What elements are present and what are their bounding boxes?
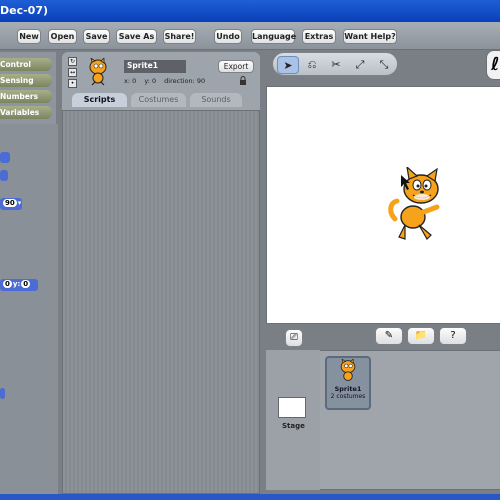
export-button[interactable]: Export [218, 60, 254, 73]
new-button[interactable]: New [17, 29, 41, 44]
arrow-tool-icon[interactable]: ➤ [277, 56, 299, 74]
category-control[interactable]: Control [0, 58, 52, 71]
category-panel: Control Sensing Numbers Variables [0, 52, 56, 124]
duplicate-stamp-icon[interactable]: ⎌ [301, 56, 323, 74]
shrink-icon[interactable]: ⤡ [373, 56, 395, 74]
sprite-card-name: Sprite1 [334, 385, 362, 393]
goto-y-label: y: [12, 280, 21, 288]
sprite-thumbnail [89, 58, 107, 86]
stage-thumbnail[interactable] [278, 397, 306, 418]
dropdown-arrow-icon: ▾ [17, 199, 22, 207]
extras-button[interactable]: Extras [302, 29, 336, 44]
sprite-card-thumbnail [340, 359, 356, 381]
stage-label: Stage [282, 422, 305, 430]
tab-sounds[interactable]: Sounds [190, 93, 242, 107]
sprite-coordinates: x: 0 y: 0 direction: 90 [124, 77, 211, 85]
category-sensing-label: Sensing [0, 76, 34, 85]
open-button[interactable]: Open [48, 29, 77, 44]
stage-selector-area [266, 350, 320, 490]
share-button[interactable]: Share! [163, 29, 196, 44]
stage-size-icon[interactable]: ⎚ [285, 329, 303, 347]
window-title-bar: Dec-07) [0, 0, 500, 22]
category-sensing[interactable]: Sensing [0, 74, 52, 87]
goto-x-value[interactable]: 0 [3, 280, 12, 288]
choose-sprite-from-file-icon[interactable]: 📁 [407, 327, 435, 345]
rotate-all-around-icon[interactable]: ↻ [68, 57, 77, 66]
edit-toolbar: ➤ ⎌ ✂ ⤢ ⤡ [272, 52, 398, 76]
taskbar [0, 494, 500, 500]
category-variables-label: Variables [0, 108, 40, 117]
sprite-direction: direction: 90 [164, 77, 206, 85]
tab-scripts[interactable]: Scripts [72, 93, 127, 107]
sprite-x: x: 0 [124, 77, 137, 85]
cat-sprite[interactable] [387, 167, 447, 243]
save-as-button[interactable]: Save As [116, 29, 157, 44]
language-button[interactable]: Language [251, 29, 296, 44]
lock-icon[interactable] [239, 76, 247, 86]
category-numbers[interactable]: Numbers [0, 90, 52, 103]
paint-new-sprite-icon[interactable]: ✎ [375, 327, 403, 345]
window-title: Dec-07) [0, 4, 49, 17]
palette-block-direction[interactable]: 90 ▾ [0, 198, 22, 210]
tab-costumes[interactable]: Costumes [131, 93, 186, 107]
no-rotate-icon[interactable]: • [68, 79, 77, 88]
sprite-y: y: 0 [144, 77, 157, 85]
sprite-name-field[interactable]: Sprite1 [124, 60, 186, 73]
palette-block-goto[interactable]: 0 y: 0 [0, 279, 38, 291]
flip-left-right-icon[interactable]: ↔ [68, 68, 77, 77]
palette-block[interactable] [0, 388, 5, 399]
grow-icon[interactable]: ⤢ [349, 56, 371, 74]
help-button[interactable]: Want Help? [343, 29, 397, 44]
sprite-card-costumes: 2 costumes [330, 393, 366, 400]
menu-bar: New Open Save Save As Share! Undo Langua… [0, 22, 500, 50]
block-palette: 90 ▾ 0 y: 0 [0, 124, 58, 494]
palette-block[interactable] [0, 170, 8, 181]
presentation-mode-icon[interactable]: ℓ [486, 50, 500, 80]
surprise-sprite-icon[interactable]: ? [439, 327, 467, 345]
category-control-label: Control [0, 60, 32, 69]
goto-y-value[interactable]: 0 [21, 280, 31, 288]
palette-block[interactable] [0, 152, 10, 163]
stage[interactable] [266, 86, 500, 324]
save-button[interactable]: Save [83, 29, 110, 44]
scripts-area[interactable] [62, 110, 260, 494]
category-numbers-label: Numbers [0, 92, 39, 101]
undo-button[interactable]: Undo [214, 29, 242, 44]
direction-value[interactable]: 90 [3, 199, 17, 207]
category-variables[interactable]: Variables [0, 106, 52, 119]
scissors-icon[interactable]: ✂ [325, 56, 347, 74]
